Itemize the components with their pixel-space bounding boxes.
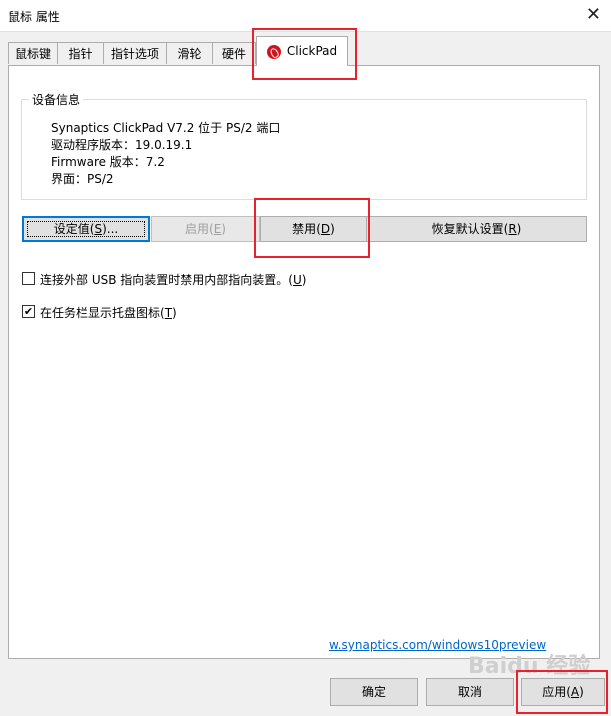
tab-label: ClickPad xyxy=(286,44,338,58)
option-text: 连接外部 USB 指向装置时禁用内部指向装置。 xyxy=(40,273,289,287)
ok-button[interactable]: 确定 xyxy=(330,678,418,706)
option-text: 在任务栏显示托盘图标 xyxy=(40,306,161,320)
tab-pointer[interactable]: 指针 xyxy=(57,42,104,64)
button-text: 启用 xyxy=(185,222,210,236)
device-info-legend: 设备信息 xyxy=(29,91,84,108)
synaptics-logo-icon xyxy=(266,44,281,59)
firmware-version: Firmware 版本：7.2 xyxy=(51,155,165,169)
tab-label: 指针选项 xyxy=(110,47,159,61)
restore-defaults-button[interactable]: 恢复默认设置(R) xyxy=(366,216,587,242)
disable-internal-label[interactable]: 连接外部 USB 指向装置时禁用内部指向装置。(U) xyxy=(40,271,306,288)
clickpad-panel: 设备信息 Synaptics ClickPad V7.2 位于 PS/2 端口 … xyxy=(8,65,600,659)
tray-icon-label[interactable]: 在任务栏显示托盘图标(T) xyxy=(40,304,177,321)
tab-label: 滑轮 xyxy=(177,47,202,61)
mnemonic: E xyxy=(213,222,222,236)
enable-button[interactable]: 启用(E) xyxy=(151,216,260,242)
mnemonic: R xyxy=(508,222,517,236)
tray-icon-checkbox[interactable]: ✔ xyxy=(22,305,35,318)
button-text: 取消 xyxy=(457,685,482,699)
tab-hardware[interactable]: 硬件 xyxy=(212,42,256,64)
baidu-watermark: Baidu 经验 xyxy=(468,654,591,679)
driver-version: 驱动程序版本：19.0.19.1 xyxy=(51,138,193,152)
tab-pointer-options[interactable]: 指针选项 xyxy=(103,42,167,64)
settings-button[interactable]: 设定值(S)... xyxy=(22,216,150,242)
tab-wheel[interactable]: 滑轮 xyxy=(166,42,213,64)
device-name: Synaptics ClickPad V7.2 位于 PS/2 端口 xyxy=(51,121,281,135)
button-text: 恢复默认设置 xyxy=(431,222,504,236)
button-text: 应用 xyxy=(542,685,567,699)
interface: 界面：PS/2 xyxy=(51,172,114,186)
window-title: 鼠标 属性 xyxy=(8,10,60,24)
title-bar: 鼠标 属性 ✕ xyxy=(0,0,611,32)
tab-label: 鼠标键 xyxy=(14,47,51,61)
tab-label: 指针 xyxy=(68,47,93,61)
mnemonic: T xyxy=(164,306,173,320)
mnemonic: A xyxy=(570,685,580,699)
mnemonic: D xyxy=(320,222,331,236)
tab-label: 硬件 xyxy=(221,47,246,61)
button-text: 确定 xyxy=(361,685,386,699)
close-icon[interactable]: ✕ xyxy=(586,4,601,25)
apply-button[interactable]: 应用(A) xyxy=(521,678,605,706)
tab-clickpad[interactable]: ClickPad xyxy=(256,36,348,66)
disable-internal-checkbox[interactable] xyxy=(22,272,35,285)
tab-mouse-buttons[interactable]: 鼠标键 xyxy=(8,42,58,64)
checkmark-icon: ✔ xyxy=(23,305,34,318)
mnemonic: U xyxy=(292,273,302,287)
tab-strip: 鼠标键 指针 指针选项 滑轮 硬件 ClickPad xyxy=(8,36,608,66)
focus-rect xyxy=(27,221,145,237)
button-text: 禁用 xyxy=(292,222,317,236)
cancel-button[interactable]: 取消 xyxy=(426,678,514,706)
disable-button[interactable]: 禁用(D) xyxy=(260,216,367,242)
